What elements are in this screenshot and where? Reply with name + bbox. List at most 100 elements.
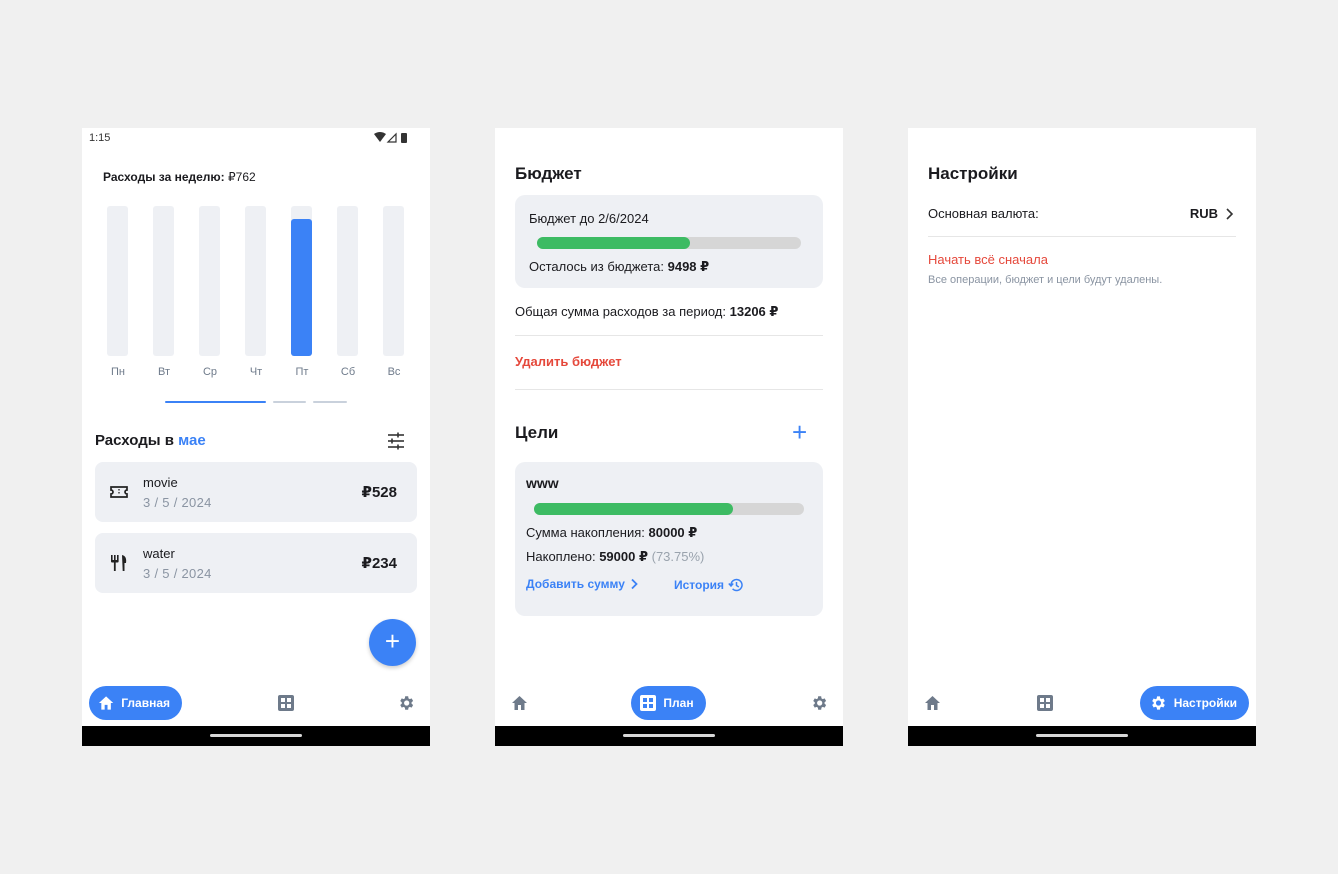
nav-home-tab[interactable]: Главная <box>89 686 182 720</box>
day-bar[interactable] <box>337 206 358 356</box>
day-bar[interactable] <box>107 206 128 356</box>
budget-progress-bar <box>537 237 801 249</box>
transaction-card[interactable]: movie 3 / 5 / 2024 ₽528 <box>95 462 417 522</box>
day-label: Чт <box>249 366 263 378</box>
transaction-name: movie <box>143 475 178 490</box>
nav-plan-tab[interactable] <box>1035 686 1055 720</box>
weekly-bar-chart: Пн Вт Ср Чт Пт Сб Вс <box>82 206 430 381</box>
history-link[interactable]: История <box>674 577 744 593</box>
nav-home-label: Главная <box>121 696 170 710</box>
home-screen: 1:15 Расходы за неделю: ₽762 Пн Вт Ср Чт Пт С… <box>82 128 430 746</box>
budget-until: Бюджет до 2/6/2024 <box>529 211 649 226</box>
nav-plan-tab[interactable]: План <box>631 686 706 720</box>
transaction-amount: ₽528 <box>361 484 397 501</box>
budget-remaining-label: Осталось из бюджета: <box>529 259 664 274</box>
history-icon <box>728 578 743 592</box>
week-total-value: ₽762 <box>228 170 256 184</box>
gear-icon <box>400 696 414 710</box>
pager-dot[interactable] <box>313 401 347 403</box>
fork-knife-icon <box>111 555 127 571</box>
goal-saved-percent: (73.75%) <box>651 549 705 564</box>
grid-icon <box>278 695 294 711</box>
add-amount-link[interactable]: Добавить сумму <box>526 577 639 591</box>
reset-all-button[interactable]: Начать всё сначала <box>928 252 1048 267</box>
status-time: 1:15 <box>89 132 111 144</box>
delete-budget-button[interactable]: Удалить бюджет <box>515 354 622 369</box>
goal-target: Сумма накопления: 80000 ₽ <box>526 525 697 541</box>
bottom-navigation: Настройки <box>908 682 1256 724</box>
filter-sliders-icon[interactable] <box>387 432 405 450</box>
transaction-name: water <box>143 546 175 561</box>
system-nav-bar <box>908 726 1256 746</box>
week-total-label: Расходы за неделю: <box>103 170 225 184</box>
gesture-handle[interactable] <box>210 734 302 737</box>
status-icons <box>374 132 408 146</box>
chevron-right-icon <box>631 578 638 590</box>
wifi-signal-battery-icon <box>374 132 407 143</box>
gear-icon <box>1152 696 1165 710</box>
currency-row[interactable]: Основная валюта: RUB <box>928 204 1236 236</box>
gesture-handle[interactable] <box>623 734 715 737</box>
currency-value: RUB <box>1189 206 1218 221</box>
day-label: Вс <box>387 366 401 378</box>
period-total-value: 13206 ₽ <box>729 304 779 319</box>
budget-card: Бюджет до 2/6/2024 Осталось из бюджета: … <box>515 195 823 288</box>
day-bar-fill <box>291 219 312 356</box>
settings-title: Настройки <box>928 164 1018 183</box>
day-bar[interactable] <box>153 206 174 356</box>
nav-settings-tab[interactable] <box>808 686 830 720</box>
day-label: Сб <box>340 366 356 378</box>
gesture-handle[interactable] <box>1036 734 1128 737</box>
day-label: Пт <box>295 366 309 378</box>
nav-home-tab[interactable] <box>922 686 942 720</box>
transaction-amount: ₽234 <box>361 555 397 572</box>
grid-icon <box>1037 695 1053 711</box>
goal-progress-fill <box>534 503 734 515</box>
home-icon <box>98 696 114 710</box>
day-label: Ср <box>202 366 218 378</box>
divider <box>928 236 1236 237</box>
transaction-card[interactable]: water 3 / 5 / 2024 ₽234 <box>95 533 417 593</box>
system-nav-bar <box>82 726 430 746</box>
status-bar: 1:15 <box>82 128 430 148</box>
budget-progress-fill <box>537 237 691 249</box>
add-transaction-fab[interactable]: + <box>369 619 416 666</box>
home-icon <box>924 696 940 710</box>
month-selector[interactable]: мае <box>178 432 206 449</box>
goal-saved: Накоплено: 59000 ₽ (73.75%) <box>526 549 704 565</box>
nav-plan-label: План <box>663 696 694 710</box>
day-bar[interactable] <box>383 206 404 356</box>
goal-target-value: 80000 ₽ <box>648 525 698 540</box>
budget-remaining-value: 9498 ₽ <box>667 259 710 274</box>
pager-dot-active <box>165 401 266 403</box>
pager-dot[interactable] <box>273 401 306 403</box>
budget-remaining: Осталось из бюджета: 9498 ₽ <box>529 259 709 275</box>
nav-settings-tab[interactable]: Настройки <box>1140 686 1249 720</box>
nav-settings-tab[interactable] <box>395 686 417 720</box>
bottom-navigation: Главная <box>82 682 430 724</box>
divider <box>515 335 823 336</box>
goal-saved-value: 59000 ₽ <box>599 549 648 564</box>
nav-home-tab[interactable] <box>509 686 529 720</box>
day-bar[interactable] <box>199 206 220 356</box>
month-title-prefix: Расходы в <box>95 432 174 449</box>
grid-icon <box>640 695 657 711</box>
divider <box>515 389 823 390</box>
add-goal-button[interactable]: + <box>792 417 807 448</box>
nav-plan-tab[interactable] <box>276 686 296 720</box>
reset-hint: Все операции, бюджет и цели будут удален… <box>928 274 1163 286</box>
day-bar[interactable] <box>291 206 312 356</box>
month-expenses-title: Расходы в мае <box>95 432 206 449</box>
plan-screen: Бюджет Бюджет до 2/6/2024 Осталось из бю… <box>495 128 843 746</box>
goal-progress-bar <box>534 503 804 515</box>
day-label: Пн <box>111 366 125 378</box>
add-amount-label: Добавить сумму <box>526 577 625 591</box>
goals-title: Цели <box>515 423 559 442</box>
ticket-icon <box>110 486 128 498</box>
period-total: Общая сумма расходов за период: 13206 ₽ <box>515 304 778 320</box>
day-bar[interactable] <box>245 206 266 356</box>
period-total-label: Общая сумма расходов за период: <box>515 304 727 319</box>
goal-card: www Сумма накопления: 80000 ₽ Накоплено:… <box>515 462 823 616</box>
history-label: История <box>674 578 725 592</box>
gear-icon <box>813 696 827 710</box>
